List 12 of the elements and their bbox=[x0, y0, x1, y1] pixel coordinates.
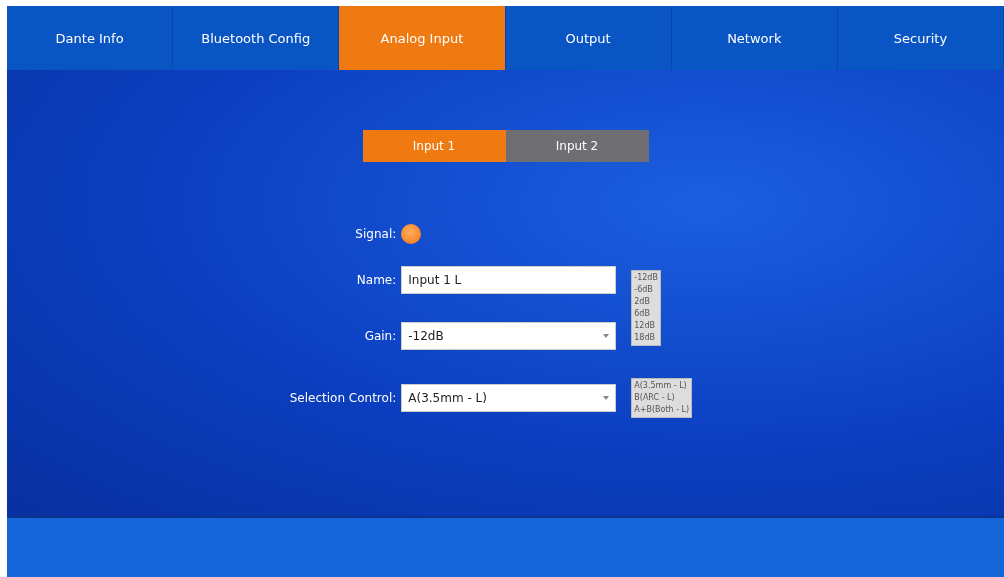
name-field[interactable]: Input 1 L bbox=[401, 266, 617, 294]
selection-control-dropdown[interactable]: A(3.5mm - L) bbox=[401, 384, 617, 412]
gain-label: Gain: bbox=[364, 329, 397, 343]
gain-options-list[interactable]: -12dB -6dB 2dB 6dB 12dB 18dB bbox=[631, 270, 661, 346]
selection-options-list[interactable]: A(3.5mm - L) B(ARC - L) A+B(Both - L) bbox=[631, 378, 693, 418]
input-tab[interactable]: Input 2 bbox=[505, 130, 649, 162]
name-label: Name: bbox=[356, 273, 397, 287]
selection-control-label: Selection Control: bbox=[289, 391, 397, 405]
gain-dropdown[interactable]: -12dB bbox=[401, 322, 617, 350]
caret-icon bbox=[603, 396, 610, 400]
caret-icon bbox=[603, 334, 610, 338]
signal-label: Signal: bbox=[355, 227, 397, 241]
